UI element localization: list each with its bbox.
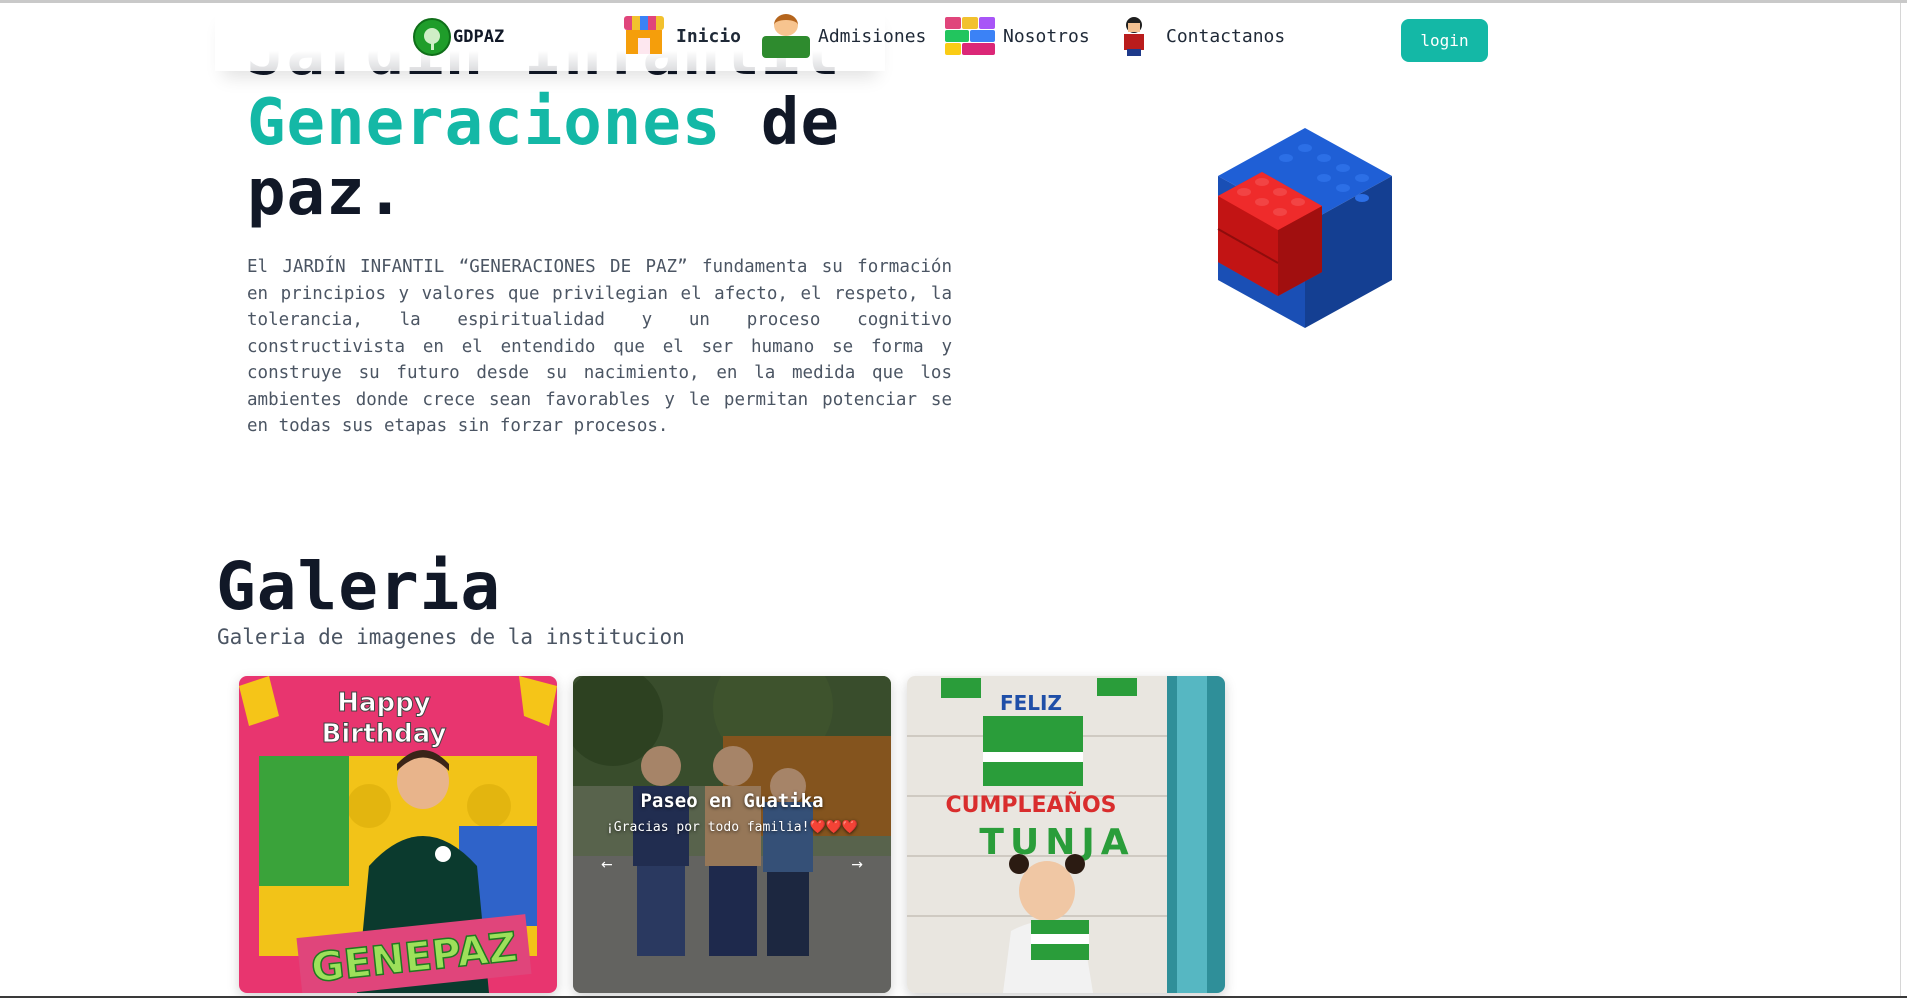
gallery-subtitle: Galeria de imagenes de la institucion: [217, 625, 685, 649]
hero-title-highlight: Generaciones: [247, 86, 722, 160]
cumpleanos-text-feliz: FELIZ: [1000, 691, 1062, 715]
birthday-text-happy: Happy: [337, 688, 431, 718]
blocks-icon: [945, 15, 997, 57]
navbar: GDPAZ Inicio Admisiones Nosotros Contact…: [0, 3, 1907, 75]
brand-name: GDPAZ: [453, 27, 505, 47]
nav-label-nosotros: Nosotros: [1003, 25, 1090, 47]
nav-label-contactanos: Contactanos: [1166, 25, 1286, 47]
cumpleanos-text-tunja: TUNJA: [979, 822, 1134, 863]
carousel-prev-button[interactable]: ←: [595, 856, 619, 874]
nav-item-inicio[interactable]: Inicio: [618, 13, 741, 59]
nav-item-admisiones[interactable]: Admisiones: [758, 13, 926, 59]
carousel-text: ¡Gracias por todo familia!❤️❤️❤️: [605, 820, 859, 835]
house-blocks-icon: [618, 14, 670, 58]
nav-item-nosotros[interactable]: Nosotros: [945, 13, 1090, 59]
hero-title-line2: Generaciones de: [247, 88, 967, 158]
scrollbar-edge: [1900, 3, 1901, 998]
hero-title-line3: paz.: [247, 156, 406, 230]
person-icon: [1116, 15, 1152, 57]
carousel-next-button[interactable]: →: [845, 856, 869, 874]
hero-title-de: de: [721, 86, 840, 160]
lego-bricks-illustration: [1217, 128, 1392, 328]
nav-label-admisiones: Admisiones: [818, 25, 927, 47]
nav-label-inicio: Inicio: [676, 25, 742, 47]
gallery-photo-cumpleanos[interactable]: FELIZ CUMPLEAÑOS TUNJA: [907, 676, 1225, 993]
gallery-carousel-slide[interactable]: Paseo en Guatika ¡Gracias por todo famil…: [573, 676, 891, 993]
cumpleanos-photo: FELIZ CUMPLEAÑOS TUNJA: [907, 676, 1225, 993]
carousel-caption: Paseo en Guatika ¡Gracias por todo famil…: [573, 790, 891, 835]
carousel-title: Paseo en Guatika: [640, 790, 824, 812]
cumpleanos-text-cumpleanos: CUMPLEAÑOS: [945, 792, 1116, 818]
hero-description: El JARDÍN INFANTIL “GENERACIONES DE PAZ”…: [247, 257, 952, 436]
tree-logo-icon: [413, 18, 451, 56]
gallery-photo-birthday[interactable]: GENEPAZ Happy Birthday: [239, 676, 557, 993]
birthday-photo: GENEPAZ Happy Birthday: [239, 676, 557, 993]
birthday-text-birthday: Birthday: [322, 719, 447, 749]
kid-icon: [758, 12, 814, 60]
login-button[interactable]: login: [1401, 19, 1488, 62]
gallery-title: Galeria: [216, 548, 502, 625]
nav-item-contactanos[interactable]: Contactanos: [1116, 13, 1285, 59]
brand[interactable]: GDPAZ: [413, 17, 504, 57]
